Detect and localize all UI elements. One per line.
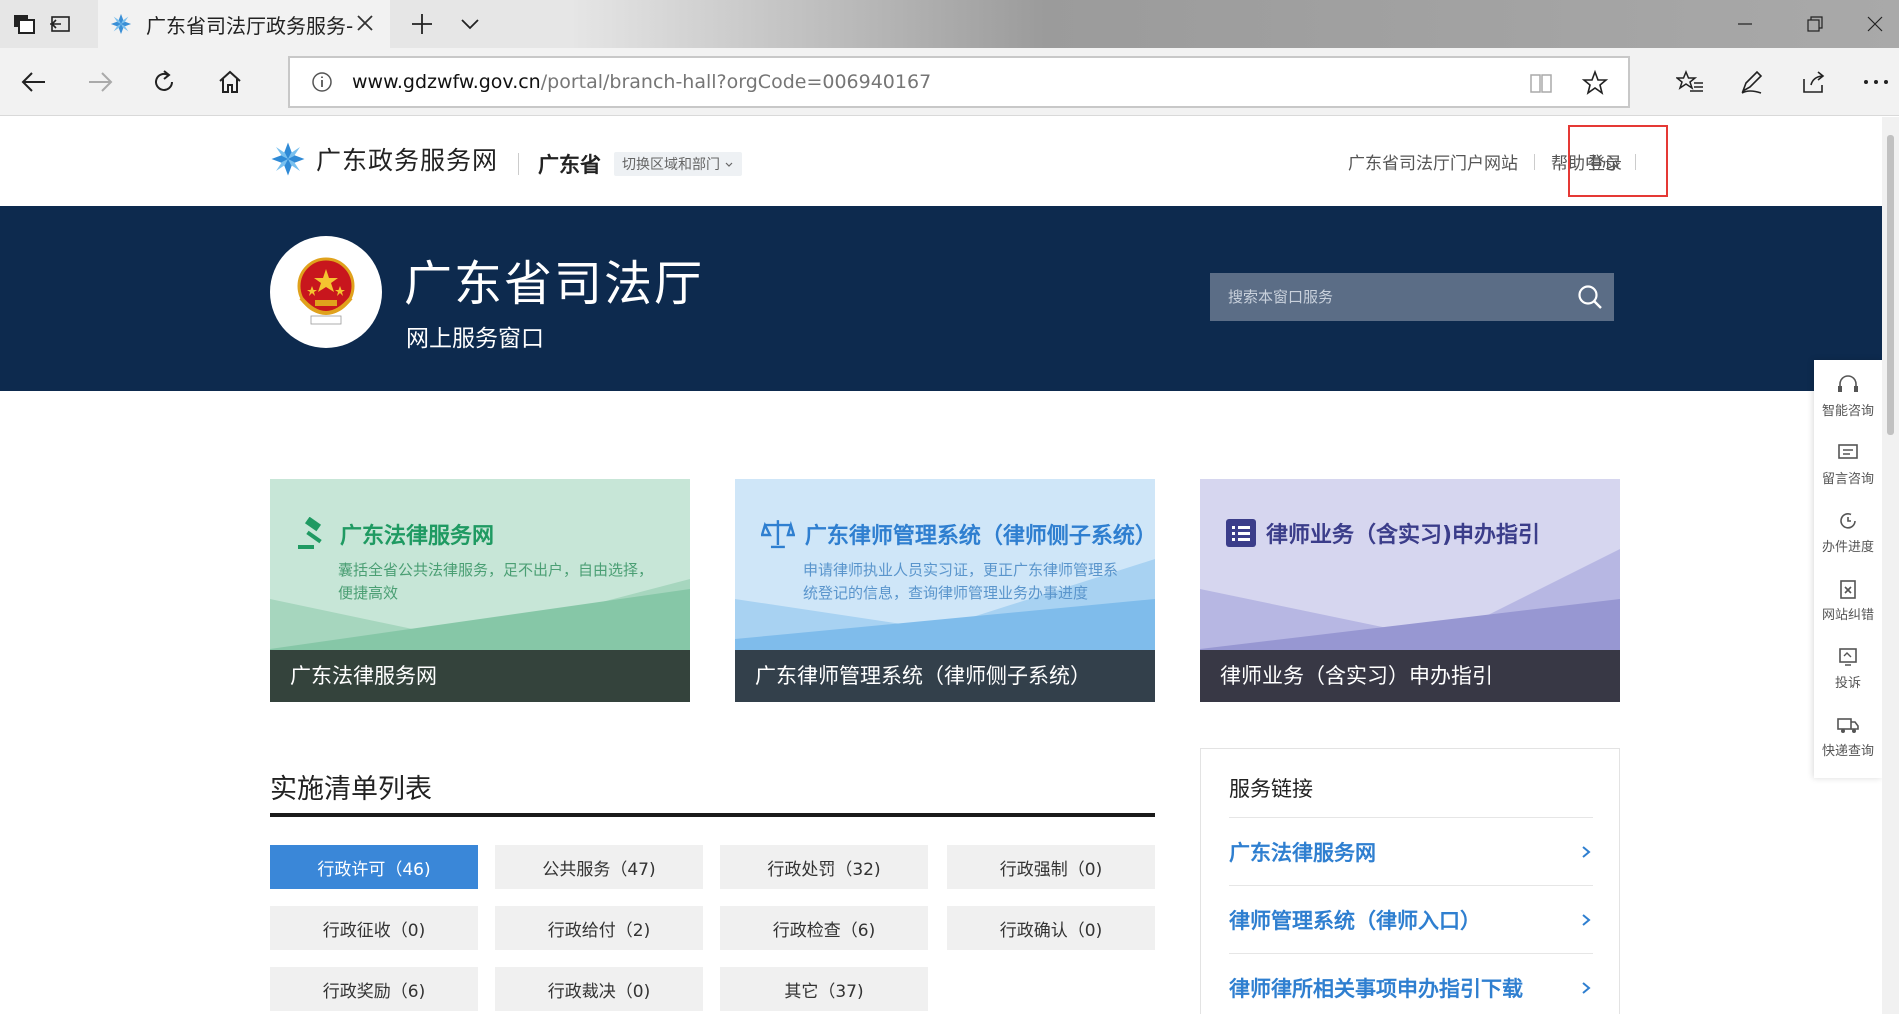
service-links-title: 服务链接 xyxy=(1229,777,1313,801)
card-footer: 广东律师管理系统（律师侧子系统） xyxy=(735,650,1155,702)
minimize-icon[interactable] xyxy=(1710,0,1780,48)
active-tab[interactable]: 广东省司法厅政务服务- xyxy=(98,0,390,48)
scales-icon xyxy=(761,520,795,549)
address-bar[interactable]: www.gdzwfw.gov.cn/portal/branch-hall?org… xyxy=(288,56,1630,108)
card-title: 广东法律服务网 xyxy=(340,524,495,549)
chevron-right-icon xyxy=(1582,981,1591,994)
card-title: 广东律师管理系统（律师侧子系统） xyxy=(804,524,1155,549)
favorite-star-icon[interactable] xyxy=(1580,68,1610,98)
site-header: 广东政务服务网 广东省 切换区域和部门 广东省司法厅门户网站 帮助中心 登录 xyxy=(0,117,1882,206)
justice-emblem-icon xyxy=(297,257,355,325)
card-description: 申请律师执业人员实习证，更正广东律师管理系统登记的信息，查询律师管理业务办事进度 xyxy=(803,561,1119,602)
filter-admin-ruling[interactable]: 行政裁决（0) xyxy=(495,967,703,1011)
more-menu-icon[interactable] xyxy=(1858,66,1894,98)
filter-admin-levy[interactable]: 行政征收（0) xyxy=(270,906,478,950)
card-footer: 广东法律服务网 xyxy=(270,650,690,702)
section-underline xyxy=(270,813,1155,817)
service-link[interactable]: 广东法律服务网 xyxy=(1229,817,1593,885)
dept-subtitle: 网上服务窗口 xyxy=(406,326,544,352)
section-title: 实施清单列表 xyxy=(270,774,432,805)
truck-icon xyxy=(1837,717,1859,733)
chevron-down-icon xyxy=(726,162,733,167)
chevron-down-icon[interactable] xyxy=(456,10,484,38)
favorites-list-icon[interactable] xyxy=(1674,66,1706,98)
gavel-icon xyxy=(298,517,322,549)
reading-view-icon[interactable] xyxy=(1526,68,1556,98)
gd-favicon-icon xyxy=(110,13,132,35)
region-name: 广东省 xyxy=(538,153,601,177)
tab-actions-icon[interactable] xyxy=(10,10,38,38)
header-divider xyxy=(518,153,519,175)
dept-name: 广东省司法厅 xyxy=(404,256,705,312)
link-separator xyxy=(1534,153,1535,170)
page-scrollbar[interactable] xyxy=(1882,117,1899,1014)
url-text[interactable]: www.gdzwfw.gov.cn/portal/branch-hall?org… xyxy=(352,71,931,93)
card-description: 囊括全省公共法律服务，足不出户，自由选择，便捷高效 xyxy=(338,561,654,602)
chevron-right-icon xyxy=(1582,845,1591,858)
switch-region-button[interactable]: 切换区域和部门 xyxy=(614,152,743,176)
tab-title: 广东省司法厅政务服务- xyxy=(146,13,354,38)
refresh-icon[interactable] xyxy=(148,66,180,98)
service-links-panel: 服务链接 广东法律服务网 律师管理系统（律师入口） 律师律所相关事项申办指引下载 xyxy=(1200,748,1620,1014)
back-arrow-icon[interactable] xyxy=(18,66,50,98)
set-aside-tabs-icon[interactable] xyxy=(46,10,74,38)
list-icon xyxy=(1226,519,1256,547)
restore-icon[interactable] xyxy=(1780,0,1850,48)
service-link[interactable]: 律师律所相关事项申办指引下载 xyxy=(1229,953,1593,1014)
complaint-button[interactable]: 投诉 xyxy=(1814,634,1882,702)
complaint-icon xyxy=(1839,647,1857,666)
card-lawyer-guide[interactable]: 律师业务（含实习)申办指引 律师业务（含实习）申办指引 xyxy=(1200,479,1620,702)
share-icon[interactable] xyxy=(1798,66,1830,98)
filter-other[interactable]: 其它（37) xyxy=(720,967,928,1011)
gd-logo-icon xyxy=(271,142,305,176)
site-name: 广东政务服务网 xyxy=(316,146,499,175)
progress-button[interactable]: 办件进度 xyxy=(1814,498,1882,566)
web-page: 广东政务服务网 广东省 切换区域和部门 广东省司法厅门户网站 帮助中心 登录 广… xyxy=(0,117,1882,1014)
search-icon[interactable] xyxy=(1576,283,1604,311)
home-icon[interactable] xyxy=(214,66,246,98)
portal-link[interactable]: 广东省司法厅门户网站 xyxy=(1348,149,1518,174)
message-consult-button[interactable]: 留言咨询 xyxy=(1814,430,1882,498)
dept-banner: 广东省司法厅 网上服务窗口 xyxy=(0,206,1882,391)
filter-admin-confirmation[interactable]: 行政确认（0) xyxy=(947,906,1155,950)
clock-icon xyxy=(1840,512,1856,529)
pen-notes-icon[interactable] xyxy=(1736,66,1768,98)
scrollbar-thumb[interactable] xyxy=(1887,135,1894,435)
filter-admin-enforcement[interactable]: 行政强制（0) xyxy=(947,845,1155,889)
dept-emblem xyxy=(270,236,382,348)
service-link[interactable]: 律师管理系统（律师入口） xyxy=(1229,885,1593,953)
smart-consult-button[interactable]: 智能咨询 xyxy=(1814,362,1882,430)
new-tab-icon[interactable] xyxy=(408,10,436,38)
window-search xyxy=(1210,273,1614,321)
card-footer: 律师业务（含实习）申办指引 xyxy=(1200,650,1620,702)
close-icon[interactable] xyxy=(354,12,376,34)
forward-arrow-icon[interactable] xyxy=(84,66,116,98)
search-input[interactable] xyxy=(1228,288,1558,306)
chevron-right-icon xyxy=(1582,913,1591,926)
express-query-button[interactable]: 快递查询 xyxy=(1814,702,1882,770)
filter-admin-reward[interactable]: 行政奖励（6) xyxy=(270,967,478,1011)
message-icon xyxy=(1838,443,1858,459)
card-lawyer-system[interactable]: 广东律师管理系统（律师侧子系统） 申请律师执业人员实习证，更正广东律师管理系统登… xyxy=(735,479,1155,702)
browser-tab-bar: 广东省司法厅政务服务- xyxy=(0,0,1899,48)
filter-admin-penalty[interactable]: 行政处罚（32) xyxy=(720,845,928,889)
headset-icon xyxy=(1838,374,1858,392)
card-title: 律师业务（含实习)申办指引 xyxy=(1266,523,1541,548)
site-logo[interactable]: 广东政务服务网 xyxy=(270,141,498,177)
card-legal-service[interactable]: 广东法律服务网 囊括全省公共法律服务，足不出户，自由选择，便捷高效 广东法律服务… xyxy=(270,479,690,702)
filter-admin-inspection[interactable]: 行政检查（6) xyxy=(720,906,928,950)
error-report-button[interactable]: 网站纠错 xyxy=(1814,566,1882,634)
floating-toolbar: 智能咨询 留言咨询 办件进度 网站纠错 投诉 快递查询 xyxy=(1814,360,1882,778)
browser-nav-bar: www.gdzwfw.gov.cn/portal/branch-hall?org… xyxy=(0,48,1899,116)
filter-public-service[interactable]: 公共服务（47) xyxy=(495,845,703,889)
window-close-icon[interactable] xyxy=(1850,0,1899,48)
report-icon xyxy=(1840,579,1856,599)
login-link[interactable]: 登录 xyxy=(1588,149,1622,174)
filter-admin-payment[interactable]: 行政给付（2) xyxy=(495,906,703,950)
info-icon[interactable] xyxy=(310,70,334,94)
filter-admin-license[interactable]: 行政许可（46) xyxy=(270,845,478,889)
